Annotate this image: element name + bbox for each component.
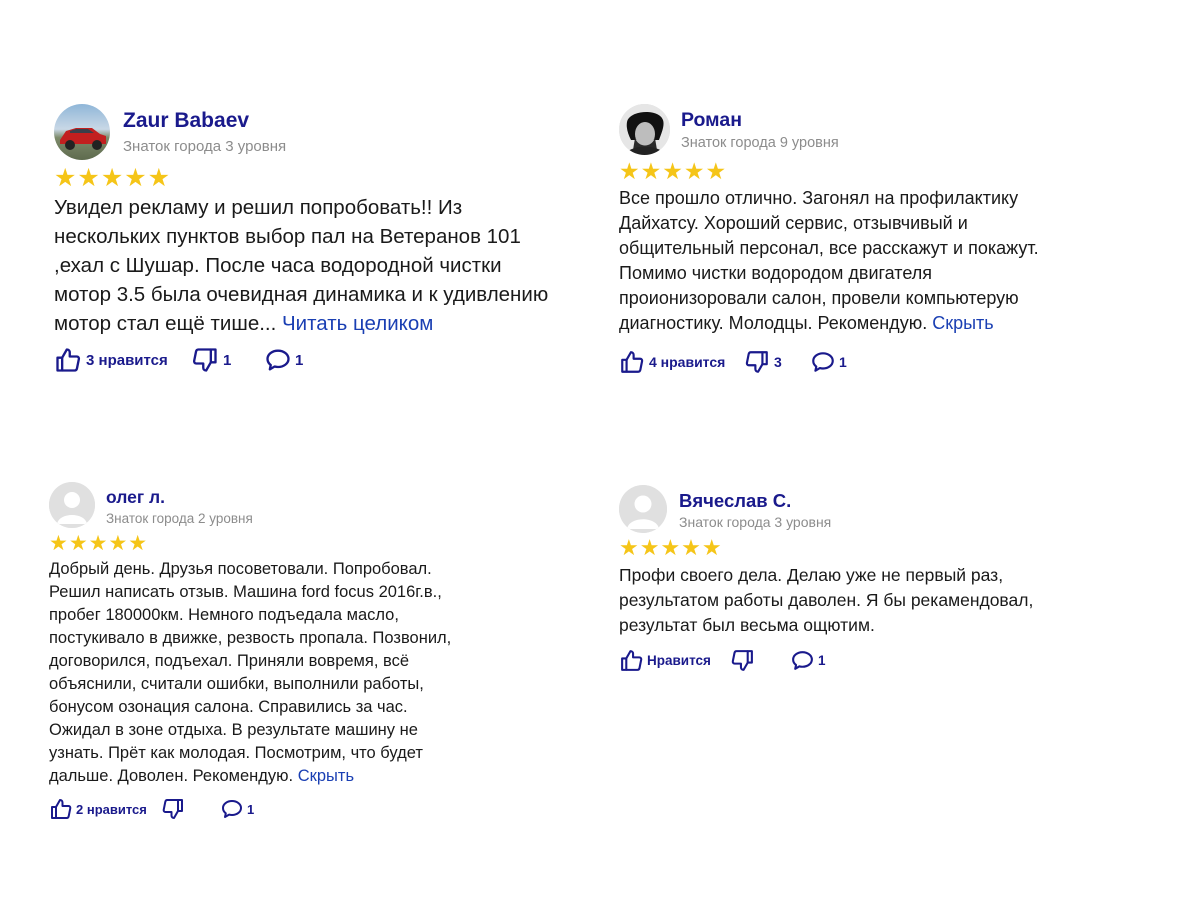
- comment-icon: [792, 651, 813, 670]
- review-line: ,ехал с Шушар. После часа водородной чис…: [54, 254, 502, 277]
- author-name[interactable]: Вячеслав С.: [679, 490, 791, 512]
- comment-icon: [812, 352, 834, 372]
- avatar[interactable]: [619, 104, 670, 155]
- like-count: 4 нравится: [649, 354, 726, 370]
- thumbs-up-icon: [621, 650, 643, 671]
- review-line: результатом работы даволен. Я бы рекамен…: [619, 590, 1034, 610]
- comment-icon: [266, 349, 290, 371]
- review-line: Решил написать отзыв. Машина ford focus …: [49, 583, 442, 601]
- review-line: узнать. Прёт как молодая. Посмотрим, что…: [49, 744, 423, 762]
- author-level: Знаток города 3 уровня: [679, 514, 832, 530]
- thumbs-up-icon: [621, 351, 644, 373]
- author-level: Знаток города 3 уровня: [123, 138, 287, 155]
- like-button[interactable]: 4 нравится: [619, 349, 744, 375]
- comment-button[interactable]: 1: [790, 648, 826, 673]
- thumbs-down-icon: [745, 351, 768, 373]
- review-last-line: дальше. Доволен. Рекомендую. Скрыть: [49, 768, 509, 791]
- review-line: Дайхатсу. Хороший сервис, отзывчивый и: [619, 213, 968, 233]
- review-actions: 4 нравится 3 1: [619, 349, 847, 375]
- hide-link[interactable]: Скрыть: [932, 313, 993, 333]
- thumbs-up-icon: [51, 799, 72, 819]
- thumbs-down-icon: [162, 799, 183, 819]
- review-text: Добрый день. Друзья посоветовали. Попроб…: [49, 561, 509, 791]
- review-actions: Нравится 1: [619, 648, 826, 673]
- author-level: Знаток города 2 уровня: [106, 511, 253, 526]
- review-text: Увидел рекламу и решил попробовать!! Из …: [54, 196, 594, 343]
- author-name[interactable]: Zaur Babaev: [123, 109, 249, 133]
- review-line: пробег 180000км. Немного подъедала масло…: [49, 606, 399, 624]
- avatar[interactable]: [49, 482, 95, 528]
- author-name[interactable]: Роман: [681, 109, 742, 132]
- like-button[interactable]: 2 нравится: [49, 797, 161, 821]
- dislike-button[interactable]: 1: [191, 346, 264, 374]
- hide-link[interactable]: Скрыть: [298, 767, 354, 785]
- review-line: бонусом озонация салона. Справились за ч…: [49, 698, 408, 716]
- comment-count: 1: [295, 351, 304, 369]
- like-button[interactable]: 3 нравится: [54, 346, 191, 374]
- review-actions: 2 нравится 1: [49, 797, 254, 821]
- like-button[interactable]: Нравится: [619, 648, 730, 673]
- comment-count: 1: [247, 801, 255, 817]
- review-actions: 3 нравится 1 1: [54, 346, 303, 374]
- comment-button[interactable]: 1: [220, 797, 254, 821]
- rating-stars: ★★★★★: [619, 158, 728, 184]
- review-text: Профи своего дела. Делаю уже не первый р…: [619, 565, 1159, 642]
- comment-icon: [222, 800, 242, 818]
- rating-stars: ★★★★★: [619, 535, 723, 560]
- thumbs-down-icon: [731, 650, 753, 671]
- review-line: Профи своего дела. Делаю уже не первый р…: [619, 565, 1004, 585]
- comment-button[interactable]: 1: [264, 346, 303, 374]
- review-line: результат был весьма ощютим.: [619, 615, 875, 635]
- review-line: постукивало в движке, резвость пропала. …: [49, 629, 452, 647]
- review-last-line: диагностику. Молодцы. Рекомендую. Скрыть: [619, 314, 1159, 339]
- author-name[interactable]: олег л.: [106, 487, 165, 508]
- like-label: Нравится: [647, 653, 711, 668]
- thumbs-up-icon: [56, 348, 81, 372]
- dislike-button[interactable]: 3: [744, 349, 810, 375]
- review-line: объяснили, считали ошибки, выполнили раб…: [49, 675, 424, 693]
- review-text: Все прошло отлично. Загонял на профилакт…: [619, 189, 1159, 339]
- review-line: нескольких пунктов выбор пал на Ветерано…: [54, 225, 521, 248]
- dislike-count: 1: [223, 351, 232, 369]
- dislike-count: 3: [774, 354, 782, 370]
- review-line: дальше. Доволен. Рекомендую.: [49, 767, 294, 785]
- review-line: Добрый день. Друзья посоветовали. Попроб…: [49, 560, 432, 578]
- dislike-button[interactable]: [161, 797, 220, 821]
- review-last-line: мотор стал ещё тише... Читать целиком: [54, 312, 594, 343]
- user-placeholder-icon: [49, 482, 95, 528]
- review-line: общительный персонал, все расскажут и по…: [619, 238, 1039, 258]
- review-line: проионизоровали салон, провели компьютер…: [619, 288, 1019, 308]
- author-level: Знаток города 9 уровня: [681, 135, 839, 151]
- review-line: договорился, подъехал. Приняли вовремя, …: [49, 652, 410, 670]
- car-photo: [60, 128, 106, 150]
- dislike-button[interactable]: [730, 648, 790, 673]
- rating-stars: ★★★★★: [49, 532, 149, 555]
- avatar[interactable]: [619, 485, 667, 533]
- review-line: Все прошло отлично. Загонял на профилакт…: [619, 188, 1019, 208]
- user-placeholder-icon: [619, 485, 667, 533]
- rating-stars: ★★★★★: [54, 164, 172, 192]
- review-line: мотор 3.5 была очевидная динамика и к уд…: [54, 283, 549, 306]
- review-line: Увидел рекламу и решил попробовать!! Из: [54, 196, 463, 219]
- comment-button[interactable]: 1: [810, 349, 847, 375]
- comment-count: 1: [818, 653, 826, 668]
- comment-count: 1: [839, 354, 847, 370]
- avatar[interactable]: [54, 104, 110, 160]
- read-more-link[interactable]: Читать целиком: [282, 312, 433, 335]
- thumbs-down-icon: [192, 348, 217, 372]
- portrait-photo: [619, 104, 670, 155]
- review-line: Ожидал в зоне отдыха. В результате машин…: [49, 721, 418, 739]
- like-count: 2 нравится: [76, 801, 147, 817]
- review-line: диагностику. Молодцы. Рекомендую.: [619, 313, 928, 333]
- review-line: мотор стал ещё тише...: [54, 312, 277, 335]
- like-count: 3 нравится: [86, 351, 168, 369]
- review-line: Помимо чистки водородом двигателя: [619, 263, 932, 283]
